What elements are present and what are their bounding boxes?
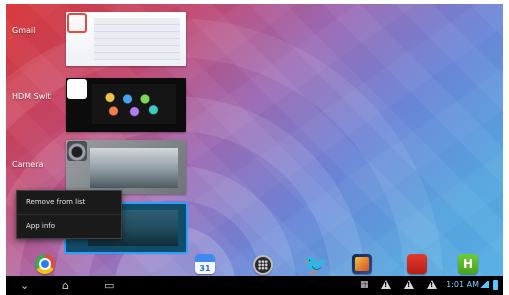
apps-icon[interactable]: [253, 255, 273, 275]
status-time: 1:01 AM: [446, 280, 479, 289]
recent-app-label: HDM Swit: [12, 92, 51, 101]
calendar-icon[interactable]: 31: [195, 254, 215, 274]
battery-icon: [493, 280, 498, 290]
recent-app-thumbnail-camera[interactable]: [66, 140, 186, 194]
hdm-icon: [67, 79, 87, 99]
recent-app-label: Gmail: [12, 26, 36, 35]
chrome-icon[interactable]: [35, 254, 55, 274]
recent-apps-list[interactable]: Gmail HDM Swit Camera Remove from list A…: [6, 4, 193, 254]
app-info-item[interactable]: App info: [17, 214, 121, 238]
system-navigation-bar: ⌄ ⌂ ▭ ▦ 1:01 AM: [6, 276, 503, 295]
hdm-icons-preview: [96, 90, 166, 120]
red-app-icon[interactable]: [407, 254, 427, 274]
screenshot-icon: ▦: [360, 280, 369, 290]
wifi-icon: [480, 281, 489, 288]
home-dock: 31 🐦 H: [6, 248, 503, 276]
remove-from-list-item[interactable]: Remove from list: [17, 191, 121, 214]
recent-apps-icon[interactable]: ▭: [104, 279, 114, 292]
recent-app-thumbnail-gmail[interactable]: [66, 12, 186, 66]
camera-icon: [67, 141, 87, 161]
recent-app-context-menu[interactable]: Remove from list App info: [16, 190, 122, 239]
back-icon[interactable]: ⌄: [20, 279, 29, 292]
calendar-date: 31: [199, 264, 211, 273]
twitter-icon[interactable]: 🐦: [303, 254, 328, 274]
recent-app-thumbnail-hdm[interactable]: [66, 78, 186, 132]
recent-app-label: Camera: [12, 160, 44, 169]
home-icon[interactable]: ⌂: [62, 279, 69, 292]
gmail-icon: [67, 13, 87, 33]
game-icon[interactable]: [352, 254, 372, 274]
warning-icon: [404, 280, 414, 289]
gmail-inbox-preview: [94, 18, 180, 60]
warning-icon: [381, 280, 391, 289]
camera-preview: [90, 148, 178, 188]
android-recent-apps-screen: Gmail HDM Swit Camera Remove from list A…: [6, 4, 503, 276]
warning-icon: [427, 280, 437, 289]
green-app-icon[interactable]: H: [458, 254, 478, 274]
